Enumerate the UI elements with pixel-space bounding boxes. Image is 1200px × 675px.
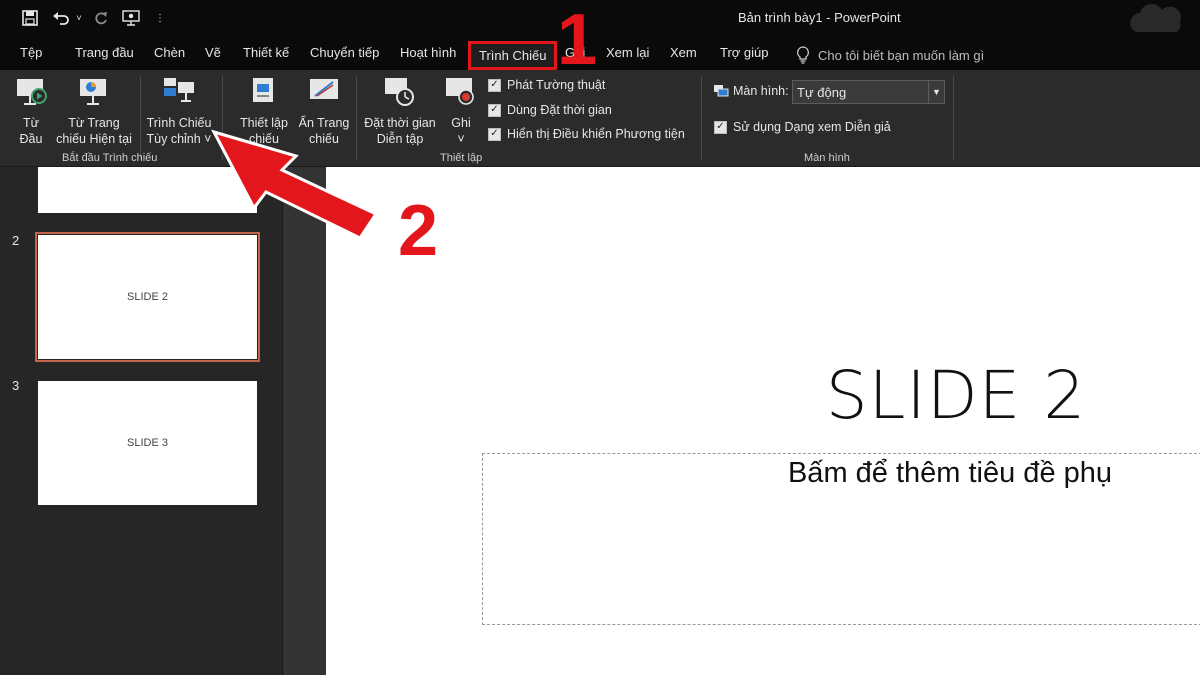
annotation-arrow-icon [211,129,379,240]
ribbon-separator [953,76,954,160]
tab-design[interactable]: Thiết kế [243,45,289,60]
record-icon [446,78,474,105]
lightbulb-icon [797,46,809,64]
group-label-setup: Thiết lập [440,152,483,164]
hide-slide-icon [310,79,338,99]
tab-review[interactable]: Xem lại [606,45,649,60]
play-narrations-label: Phát Tường thuật [507,78,606,92]
from-current-label-1: Từ Trang [68,116,120,130]
play-from-start-icon [17,79,47,105]
annotation-step-1: 1 [557,0,598,80]
setup-show-icon [253,78,273,102]
redo-icon[interactable] [92,8,110,28]
group-label-monitor: Màn hình [804,152,850,164]
undo-dropdown-icon[interactable]: ˅ [74,8,84,28]
slide-thumbnail-2[interactable]: SLIDE 2 [35,232,260,362]
tab-file[interactable]: Tệp [20,45,42,60]
title-bar: ˅ ⋮ Bản trình bày1 - PowerPoint [0,0,1200,38]
slide-thumbnail-3[interactable]: SLIDE 3 [38,381,257,505]
presenter-view-checkbox[interactable]: ✓ Sử dụng Dạng xem Diễn giả [714,120,891,134]
tell-me-search[interactable]: Cho tôi biết bạn muốn làm gì [796,46,984,64]
use-timings-label: Dùng Đặt thời gian [507,103,612,117]
checkbox-checked-icon: ✓ [488,127,501,141]
checkbox-checked-icon: ✓ [488,103,501,117]
tab-view[interactable]: Xem [670,45,697,60]
ribbon: Từ Đầu Từ Trang chiếu Hiện tại Trình Chi… [0,70,1200,167]
undo-icon[interactable] [50,8,72,28]
presenter-view-label: Sử dụng Dạng xem Diễn giả [733,120,891,134]
monitor-label-group: Màn hình: [713,84,789,98]
slide-subtitle-placeholder[interactable]: Bấm để thêm tiêu đề phụ [482,457,1200,490]
record-button[interactable]: Ghi ˅ [442,76,480,147]
thumbnail-text: SLIDE 3 [127,437,168,449]
custom-show-icon [164,78,194,102]
show-media-controls-label: Hiển thị Điều khiển Phương tiện [507,127,685,141]
customize-toolbar-icon[interactable]: ⋮ [154,8,166,28]
ribbon-tabs: Tệp Trang đầu Chèn Vẽ Thiết kế Chuyển ti… [0,38,1200,70]
slide-canvas[interactable]: SLIDE 2 Bấm để thêm tiêu đề phụ [326,167,1200,675]
tab-draw[interactable]: Vẽ [205,45,221,60]
checkbox-checked-icon: ✓ [488,78,501,92]
ribbon-separator [701,76,702,160]
tab-help[interactable]: Trợ giúp [720,45,769,60]
show-media-controls-checkbox[interactable]: ✓ Hiển thị Điều khiển Phương tiện [488,127,685,141]
checkbox-checked-icon: ✓ [714,120,727,134]
record-label: Ghi [451,116,471,130]
presentation-icon[interactable] [120,8,142,28]
group-label-start: Bắt đầu Trình chiếu [62,152,158,164]
from-current-label-2: chiếu Hiện tại [56,132,132,146]
chevron-down-icon: ▼ [928,81,944,103]
monitor-dropdown[interactable]: Tự động ▼ [792,80,945,104]
tab-slide-show[interactable]: Trình Chiếu [468,41,558,70]
monitor-icon [714,85,729,97]
slide-number: 3 [12,378,20,393]
tab-transitions[interactable]: Chuyển tiếp [310,45,379,60]
tab-insert[interactable]: Chèn [154,45,185,60]
monitor-label: Màn hình: [733,84,789,98]
use-timings-checkbox[interactable]: ✓ Dùng Đặt thời gian [488,103,612,117]
monitor-value: Tự động [797,84,847,100]
thumbnail-text: SLIDE 2 [127,291,168,303]
from-beginning-button[interactable]: Từ Đầu [10,76,52,147]
ribbon-separator [140,76,141,160]
tab-home[interactable]: Trang đầu [75,45,134,60]
tell-me-text: Cho tôi biết bạn muốn làm gì [818,47,985,63]
from-current-slide-button[interactable]: Từ Trang chiếu Hiện tại [52,76,136,147]
play-narrations-checkbox[interactable]: ✓ Phát Tường thuật [488,78,605,92]
slide-title[interactable]: SLIDE 2 [756,357,1156,434]
record-dropdown-icon: ˅ [457,132,465,146]
tab-animations[interactable]: Hoạt hình [400,45,456,60]
save-icon[interactable] [20,8,40,28]
window-title: Bản trình bày1 - PowerPoint [738,10,901,25]
from-beginning-label-1: Từ [22,116,39,130]
slide-number: 2 [12,233,20,248]
stopwatch-icon [385,78,414,106]
decorative-cloud-icon [1130,4,1181,32]
current-slide-icon [80,79,106,105]
from-beginning-label-2: Đầu [19,132,43,146]
annotation-step-2: 2 [398,191,439,271]
